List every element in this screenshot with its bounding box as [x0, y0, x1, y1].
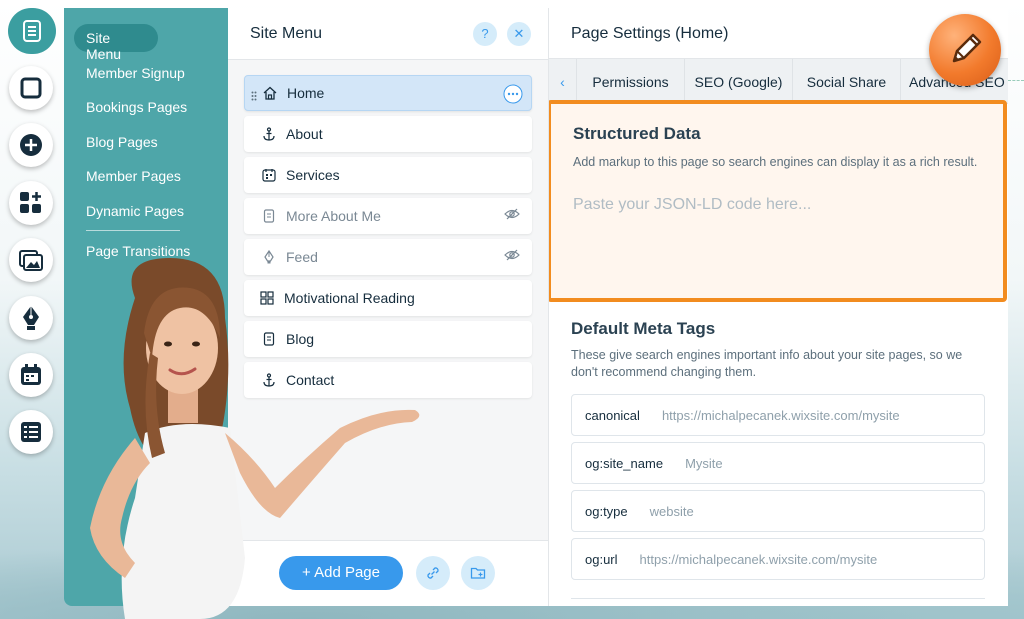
calendar-icon [262, 168, 276, 182]
page-item-more-about-me[interactable]: More About Me [244, 198, 532, 234]
meta-key: og:url [585, 551, 618, 567]
page-item-label: More About Me [286, 208, 381, 224]
add-apps-button[interactable] [9, 181, 53, 225]
page-settings-title: Page Settings (Home) [571, 25, 729, 42]
anchor-icon [262, 127, 276, 141]
menu-divider [86, 230, 180, 231]
meta-row-og-site-name[interactable]: og:site_name Mysite [571, 442, 985, 484]
home-icon [263, 86, 277, 100]
presenter-figure [90, 258, 420, 619]
meta-row-canonical[interactable]: canonical https://michalpecanek.wixsite.… [571, 394, 985, 436]
menu-item-bookings-pages[interactable]: Bookings Pages [86, 99, 187, 115]
menu-item-member-pages[interactable]: Member Pages [86, 168, 181, 184]
hidden-eye-icon [504, 206, 524, 226]
structured-data-title: Structured Data [573, 124, 701, 143]
site-menu-header: Site Menu ? ✕ [228, 8, 548, 60]
meta-value: https://michalpecanek.wixsite.com/mysite [661, 407, 900, 423]
menu-item-member-signup[interactable]: Member Signup [86, 65, 185, 81]
table-icon [21, 422, 41, 442]
ellipsis-icon [503, 84, 523, 104]
meta-value: https://michalpecanek.wixsite.com/mysite [639, 551, 878, 567]
pages-button[interactable] [8, 8, 56, 54]
page-item-label: About [286, 126, 323, 142]
add-button[interactable] [9, 123, 53, 167]
tab-permissions[interactable]: Permissions [577, 59, 685, 105]
page-icon [262, 209, 276, 223]
json-ld-input[interactable]: Paste your JSON-LD code here... [573, 196, 811, 214]
tab-social-share[interactable]: Social Share [793, 59, 901, 105]
meta-value: website [649, 503, 694, 519]
background-dash [1008, 80, 1024, 81]
apps-icon [20, 192, 41, 213]
folder-icon [470, 567, 486, 579]
more-actions-button[interactable] [503, 84, 523, 104]
menu-item-blog-pages[interactable]: Blog Pages [86, 134, 158, 150]
meta-value: Mysite [685, 455, 723, 471]
meta-row-og-type[interactable]: og:type website [571, 490, 985, 532]
pen-nib-icon [23, 306, 39, 330]
hidden-eye-icon [504, 247, 524, 267]
structured-data-section: Structured Data Add markup to this page … [549, 100, 1007, 302]
structured-data-description: Add markup to this page so search engine… [573, 155, 978, 169]
meta-key: canonical [585, 407, 640, 423]
drag-handle-icon[interactable] [251, 88, 257, 104]
menu-item-site-menu[interactable]: Site Menu [74, 24, 158, 62]
close-button[interactable]: ✕ [507, 22, 531, 46]
meta-tags-description: These give search engines important info… [571, 348, 963, 379]
menu-item-dynamic-pages[interactable]: Dynamic Pages [86, 203, 184, 219]
tabs-scroll-left-button[interactable]: ‹ [549, 59, 577, 105]
square-icon [20, 77, 42, 99]
meta-tags-title: Default Meta Tags [571, 319, 716, 338]
page-item-about[interactable]: About [244, 116, 532, 152]
background-button[interactable] [9, 66, 53, 110]
page-item-services[interactable]: Services [244, 157, 532, 193]
menu-item-page-transitions[interactable]: Page Transitions [86, 243, 190, 259]
page-item-label: Services [286, 167, 340, 183]
add-folder-button[interactable] [461, 556, 495, 590]
site-menu-title: Site Menu [250, 25, 323, 42]
page-item-home[interactable]: Home [244, 75, 532, 111]
help-button[interactable]: ? [473, 22, 497, 46]
page-settings-panel: Page Settings (Home) ‹ Permissions SEO (… [548, 8, 1008, 606]
pencil-icon [952, 33, 982, 63]
page-item-label: Home [287, 85, 325, 101]
pages-icon [23, 20, 41, 42]
meta-row-og-url[interactable]: og:url https://michalpecanek.wixsite.com… [571, 538, 985, 580]
edit-pencil-badge [929, 14, 1001, 86]
meta-row-next [571, 598, 985, 599]
plus-circle-icon [20, 134, 42, 156]
meta-key: og:site_name [585, 455, 664, 471]
tab-seo-google[interactable]: SEO (Google) [685, 59, 793, 105]
meta-key: og:type [585, 503, 628, 519]
